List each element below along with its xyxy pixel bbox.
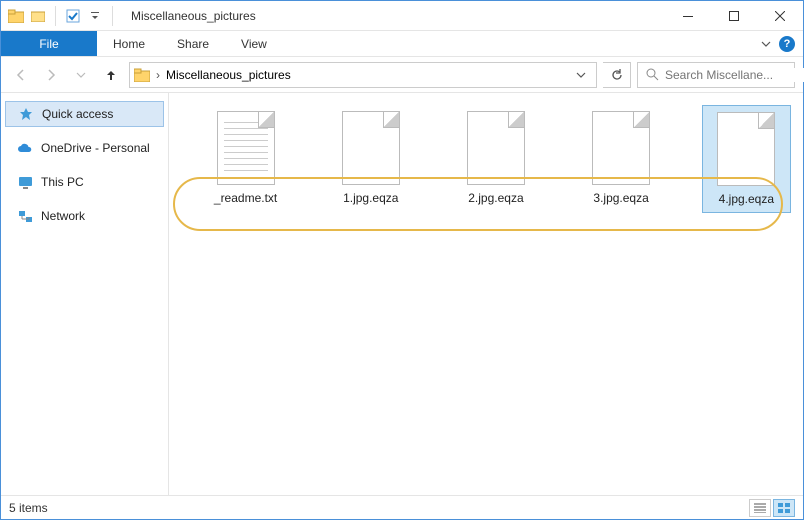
text-file-icon (217, 111, 275, 185)
sidebar-item-network[interactable]: Network (5, 203, 164, 229)
up-button[interactable] (99, 63, 123, 87)
address-dropdown-icon[interactable] (570, 70, 592, 80)
file-item[interactable]: _readme.txt (201, 105, 290, 211)
file-label: 1.jpg.eqza (343, 191, 398, 205)
monitor-icon (17, 174, 33, 190)
tab-share[interactable]: Share (161, 31, 225, 56)
large-icons-view-button[interactable] (773, 499, 795, 517)
view-toggles (749, 499, 795, 517)
folder-small-icon[interactable] (29, 7, 47, 25)
file-label: 3.jpg.eqza (593, 191, 648, 205)
generic-file-icon (717, 112, 775, 186)
network-icon (17, 208, 33, 224)
generic-file-icon (342, 111, 400, 185)
file-label: 4.jpg.eqza (719, 192, 774, 206)
title-bar: Miscellaneous_pictures (1, 1, 803, 31)
sidebar-item-label: Quick access (42, 107, 113, 121)
search-icon (646, 68, 659, 81)
window-controls (665, 1, 803, 31)
explorer-window: Miscellaneous_pictures File Home Share V… (0, 0, 804, 520)
file-label: 2.jpg.eqza (468, 191, 523, 205)
help-icon[interactable]: ? (779, 36, 795, 52)
tab-file[interactable]: File (1, 31, 97, 56)
file-item[interactable]: 4.jpg.eqza (702, 105, 791, 213)
qat-separator-2 (112, 6, 113, 26)
sidebar-item-label: OneDrive - Personal (41, 141, 150, 155)
search-input[interactable] (665, 68, 804, 82)
tab-view[interactable]: View (225, 31, 283, 56)
sidebar-item-label: Network (41, 209, 85, 223)
file-label: _readme.txt (214, 191, 277, 205)
refresh-button[interactable] (603, 62, 631, 88)
status-item-count: 5 items (9, 501, 48, 515)
file-item[interactable]: 3.jpg.eqza (577, 105, 666, 211)
window-title: Miscellaneous_pictures (123, 9, 256, 23)
minimize-button[interactable] (665, 1, 711, 31)
forward-button[interactable] (39, 63, 63, 87)
generic-file-icon (467, 111, 525, 185)
cloud-icon (17, 140, 33, 156)
qat-separator (55, 6, 56, 26)
file-item[interactable]: 2.jpg.eqza (451, 105, 540, 211)
qat-dropdown-icon[interactable] (86, 7, 104, 25)
navigation-pane: Quick access OneDrive - Personal This PC (1, 93, 169, 495)
maximize-button[interactable] (711, 1, 757, 31)
ribbon-tabs: File Home Share View ? (1, 31, 803, 57)
app-folder-icon (7, 7, 25, 25)
quick-access-toolbar (1, 6, 123, 26)
sidebar-item-quick-access[interactable]: Quick access (5, 101, 164, 127)
back-button[interactable] (9, 63, 33, 87)
sidebar-item-this-pc[interactable]: This PC (5, 169, 164, 195)
address-folder-icon (134, 68, 150, 82)
close-button[interactable] (757, 1, 803, 31)
ribbon-expand-icon[interactable] (761, 39, 771, 49)
generic-file-icon (592, 111, 650, 185)
tab-home[interactable]: Home (97, 31, 161, 56)
sidebar-item-onedrive[interactable]: OneDrive - Personal (5, 135, 164, 161)
body: Quick access OneDrive - Personal This PC (1, 93, 803, 495)
address-bar[interactable]: › Miscellaneous_pictures (129, 62, 597, 88)
file-item[interactable]: 1.jpg.eqza (326, 105, 415, 211)
details-view-button[interactable] (749, 499, 771, 517)
checkbox-icon[interactable] (64, 7, 82, 25)
star-icon (18, 106, 34, 122)
breadcrumb-current[interactable]: Miscellaneous_pictures (166, 68, 291, 82)
file-list-pane[interactable]: _readme.txt 1.jpg.eqza 2.jpg.eqza 3.jpg.eqz… (169, 93, 803, 495)
sidebar-item-label: This PC (41, 175, 84, 189)
search-box[interactable] (637, 62, 795, 88)
breadcrumb-separator: › (156, 68, 160, 82)
status-bar: 5 items (1, 495, 803, 519)
navigation-row: › Miscellaneous_pictures (1, 57, 803, 93)
recent-locations-icon[interactable] (69, 63, 93, 87)
